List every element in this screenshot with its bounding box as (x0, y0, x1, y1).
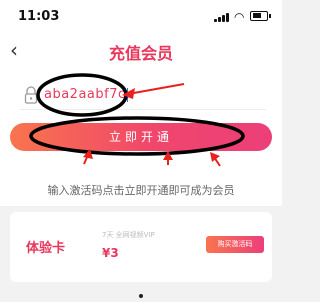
status-bar: 11:03 ◠ (0, 0, 282, 30)
card-subtitle: 7天 全网视频VIP (102, 231, 155, 239)
page-title: 充值会员 (108, 44, 173, 63)
activation-code-field[interactable]: aba2aabf7c (20, 82, 266, 110)
membership-card[interactable]: 体验卡 7天 全网视频VIP ¥3 购买激活码 (10, 212, 272, 282)
card-price: ¥3 (102, 246, 119, 260)
battery-icon (250, 11, 271, 21)
clock: 11:03 (18, 9, 60, 24)
signal-icon (214, 12, 230, 22)
wifi-icon: ◠ (234, 10, 245, 24)
nav-bar: ‹ 充值会员 (0, 30, 282, 74)
buy-code-button[interactable]: 购买激活码 (206, 236, 264, 253)
activation-panel: aba2aabf7c 立即开通 输入激活码点击立即开通即可成为会员 (0, 74, 282, 206)
activate-now-button[interactable]: 立即开通 (10, 123, 272, 151)
activation-code-value: aba2aabf7c (44, 87, 126, 102)
page-indicator-dot (139, 294, 143, 298)
card-name: 体验卡 (26, 241, 66, 256)
activation-code-input[interactable]: aba2aabf7c (44, 87, 128, 102)
instruction-text: 输入激活码点击立即开通即可成为会员 (47, 184, 235, 197)
text-cursor (126, 87, 128, 102)
lock-icon (24, 86, 38, 104)
